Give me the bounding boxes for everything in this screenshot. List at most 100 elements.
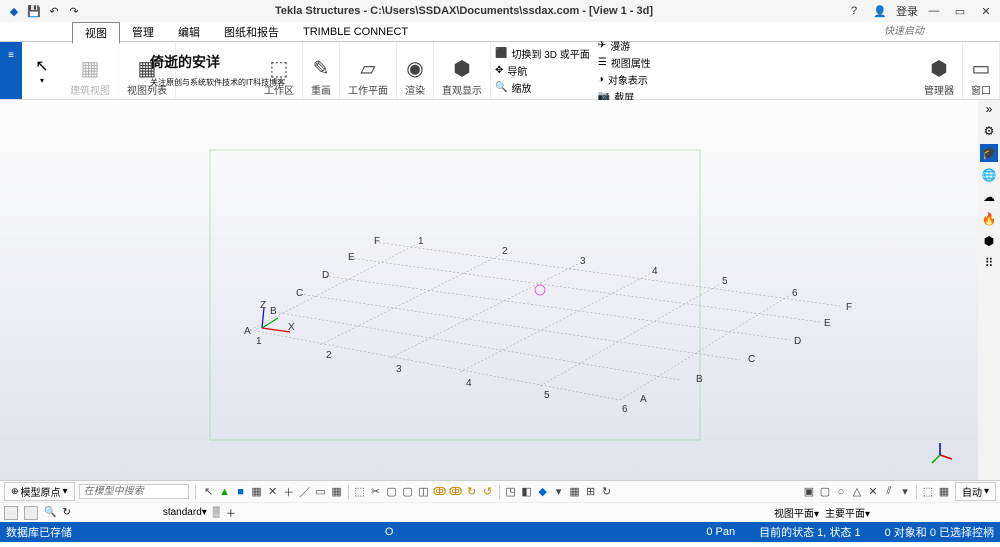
group-workarea[interactable]: ⬚工作区 [256,42,303,99]
x-icon[interactable]: ✕ [266,485,280,498]
cursor-tool[interactable]: ↖▾ [22,42,62,99]
window-title: Tekla Structures - C:\Users\SSDAX\Docume… [84,5,844,17]
quick-launch-input[interactable] [880,25,1000,38]
plus-icon2[interactable]: ＋ [226,505,236,520]
svg-text:B: B [696,374,703,385]
f3-icon[interactable]: ○ [834,486,848,498]
group-redraw[interactable]: ✎重画 [303,42,340,99]
group-window[interactable]: ▭窗口 [963,42,1000,99]
view-props[interactable]: ☰视图属性 [598,55,651,70]
line-icon[interactable]: ／ [298,484,312,500]
refresh-icon[interactable]: ↻ [600,485,614,498]
graduation-icon[interactable]: 🎓 [980,144,998,162]
tab-view[interactable]: 视图 [72,22,120,44]
svg-text:2: 2 [502,246,508,257]
sync-icon[interactable]: ↻ [62,507,70,518]
sb-icon[interactable]: ◆ [536,485,550,498]
globe-icon[interactable]: 🌐 [980,166,998,184]
cursor-icon[interactable]: ↖ [202,485,216,498]
box-icon[interactable]: ▭ [314,485,328,498]
box-icon[interactable]: ⬢ [980,232,998,250]
svg-text:6: 6 [792,288,798,299]
minimize-icon[interactable]: — [926,3,942,19]
s5-icon[interactable]: ↂ [433,485,447,498]
sq-blue-icon[interactable]: ■ [234,486,248,498]
group-view-list[interactable]: ▦视图列表 [119,42,176,99]
fire-icon[interactable]: 🔥 [980,210,998,228]
s4-icon[interactable]: ◫ [417,485,431,498]
s2-icon[interactable]: ▢ [385,485,399,498]
f9-icon[interactable]: ▦ [937,485,951,498]
navigate[interactable]: ✥导航 [495,63,590,78]
login-label[interactable]: 登录 [896,3,918,19]
f7-icon[interactable]: ▾ [898,485,912,498]
group-render[interactable]: ◉渲染 [397,42,434,99]
switch-3d[interactable]: ⬛切换到 3D 或平面 [495,46,590,61]
sq2[interactable] [24,506,38,520]
sc-icon[interactable]: ▾ [552,485,566,498]
save-icon[interactable]: 💾 [26,3,42,19]
group-nav: ⬛切换到 3D 或平面 ✥导航 🔍缩放 [491,42,594,99]
sq1[interactable] [4,506,18,520]
sa-icon[interactable]: ◧ [520,485,534,498]
dots-icon[interactable]: ⠿ [980,254,998,272]
snap-icons: ↖ ▲ ■ ▦ ✕ ＋ ／ ▭ ▦ ⬚ ✂ ▢ ▢ ◫ ↂ ↂ ↻ ↺ ◳ ◧ … [202,484,614,500]
grid-icon: ▦ [81,54,100,82]
cut-icon[interactable]: ✂ [369,485,383,498]
zoom-icon: 🔍 [495,82,507,93]
roam[interactable]: ✈漫游 [598,38,651,53]
f2-icon[interactable]: ▢ [818,485,832,498]
origin-dropdown[interactable]: ⊕模型原点▾ [4,482,75,501]
help-icon[interactable]: ? [846,3,862,19]
redo-icon[interactable]: ↷ [66,3,82,19]
arrow-icon[interactable]: » [980,100,998,118]
standard-dropdown[interactable]: standard▾ [163,507,207,518]
s8-icon[interactable]: ↺ [481,485,495,498]
f5-icon[interactable]: ✕ [866,485,880,498]
sd-icon[interactable]: ▦ [568,485,582,498]
gear-icon[interactable]: ⚙ [980,122,998,140]
close-icon[interactable]: ✕ [978,3,994,19]
group-manager[interactable]: ⬢管理器 [916,42,963,99]
status-center: O [385,526,394,538]
undo-icon[interactable]: ↶ [46,3,62,19]
svg-text:C: C [748,354,755,365]
viewplane-dropdown[interactable]: 视图平面▾ [774,505,819,520]
grid2-icon[interactable]: ▦ [330,485,344,498]
f1-icon[interactable]: ▣ [802,485,816,498]
object-rep[interactable]: ◑对象表示 [598,72,651,87]
title-bar: ◆ 💾 ↶ ↷ Tekla Structures - C:\Users\SSDA… [0,0,1000,22]
grid-icon2[interactable]: ▒ [213,507,220,518]
user-icon[interactable]: 👤 [872,3,888,19]
s6-icon[interactable]: ↂ [449,485,463,498]
search-icon[interactable]: 🔍 [44,507,56,518]
tab-edit[interactable]: 编辑 [166,22,212,42]
group-building-view[interactable]: ▦建筑视图 [62,42,119,99]
model-search-input[interactable] [79,484,189,499]
mainplane-dropdown[interactable]: 主要平面▾ [825,505,870,520]
tab-drawings[interactable]: 图纸和报告 [212,22,291,42]
s9-icon[interactable]: ◳ [504,485,518,498]
cloud-icon[interactable]: ☁ [980,188,998,206]
auto-dropdown[interactable]: 自动▾ [955,482,996,501]
s7-icon[interactable]: ↻ [465,485,479,498]
axis-x: X [288,322,295,333]
f4-icon[interactable]: △ [850,485,864,498]
side-menu[interactable]: ≡ [0,42,22,99]
tab-manage[interactable]: 管理 [120,22,166,42]
s3-icon[interactable]: ▢ [401,485,415,498]
f8-icon[interactable]: ⬚ [921,485,935,498]
grid-icon[interactable]: ▦ [250,485,264,498]
tri-green-icon[interactable]: ▲ [218,486,232,498]
tab-trimble[interactable]: TRIMBLE CONNECT [291,24,420,40]
shape1-icon[interactable]: ⬚ [353,485,367,498]
plus-icon[interactable]: ＋ [282,484,296,500]
maximize-icon[interactable]: ▭ [952,3,968,19]
group-display[interactable]: ⬢直观显示 [434,42,491,99]
f6-icon[interactable]: ⫽ [882,485,896,498]
viewport-3d[interactable]: X Z A B C D E F A B C D E F 1 2 3 4 5 6 … [0,100,1000,480]
zoom[interactable]: 🔍缩放 [495,80,590,95]
svg-text:E: E [348,252,355,263]
se-icon[interactable]: ⊞ [584,485,598,498]
group-workplane[interactable]: ▱工作平面 [340,42,397,99]
